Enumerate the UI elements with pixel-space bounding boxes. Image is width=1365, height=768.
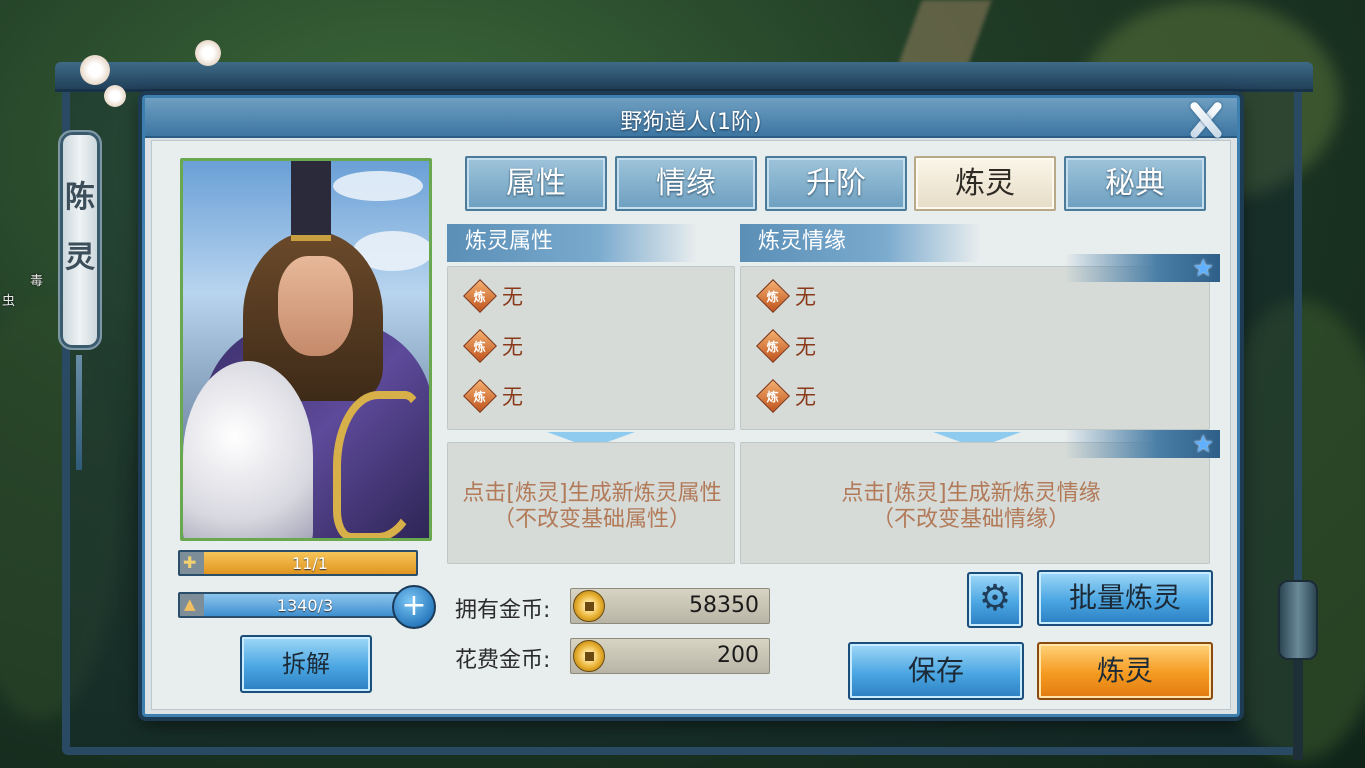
save-button[interactable]: 保存 xyxy=(848,642,1024,700)
fate-star-strip: ★ xyxy=(1065,254,1220,282)
puzzle-icon: ✚ xyxy=(180,552,204,574)
hero-title: 野狗道人(1阶) xyxy=(620,110,762,135)
rank-up-icon: ▲ xyxy=(180,594,204,616)
portrait-fur xyxy=(183,361,313,538)
star-icon: ★ xyxy=(1192,430,1214,458)
flower-ornament xyxy=(80,55,110,85)
side-status-text: 毒 xyxy=(30,274,44,289)
refine-attr-header: 炼灵属性 xyxy=(447,224,697,262)
hero-portrait xyxy=(180,158,432,541)
shard-progress-bar: ✚ 11/1 xyxy=(178,550,418,576)
flower-ornament xyxy=(195,40,221,66)
decompose-button[interactable]: 拆解 xyxy=(240,635,372,693)
tab-fate[interactable]: 情缘 xyxy=(615,156,757,211)
gear-icon: ⚙ xyxy=(978,578,1012,619)
gold-coin-icon xyxy=(573,640,605,672)
refine-fate-header: 炼灵情缘 xyxy=(740,224,980,262)
refine-fate-row: 炼 无 xyxy=(756,279,816,313)
exp-progress-bar: ▲ 1340/3 xyxy=(178,592,408,618)
flower-ornament xyxy=(104,85,126,107)
refine-fate-row: 炼 无 xyxy=(756,379,816,413)
refine-icon: 炼 xyxy=(463,379,497,413)
fate-star-strip: ★ xyxy=(1065,430,1220,458)
refine-attr-box: 炼 无 炼 无 炼 无 xyxy=(447,266,735,430)
refine-attr-value: 无 xyxy=(502,385,523,409)
side-scroll-tab[interactable]: 陈 灵 xyxy=(58,130,102,350)
lantern-ornament xyxy=(1278,580,1318,660)
hero-panel: 野狗道人(1阶) ✚ 11/1 ▲ 1340/3 + 拆解 属性 情缘 升阶 炼… xyxy=(142,95,1240,717)
refine-fate-value: 无 xyxy=(795,285,816,309)
refine-icon: 炼 xyxy=(756,279,790,313)
refine-icon: 炼 xyxy=(463,329,497,363)
side-scroll-char: 陈 xyxy=(65,180,95,215)
refine-attr-row: 炼 无 xyxy=(463,379,523,413)
owned-coins-box: 58350 xyxy=(570,588,770,624)
refine-attr-row: 炼 无 xyxy=(463,279,523,313)
exp-bar-text: 1340/3 xyxy=(276,596,334,615)
outer-frame-roof xyxy=(55,62,1313,92)
cost-coins-label: 花费金币: xyxy=(455,648,551,673)
cost-coins-value: 200 xyxy=(717,643,759,668)
tab-attributes[interactable]: 属性 xyxy=(465,156,607,211)
tab-rank-up[interactable]: 升阶 xyxy=(765,156,907,211)
cost-coins-box: 200 xyxy=(570,638,770,674)
refine-fate-value: 无 xyxy=(795,335,816,359)
refine-fate-box: 炼 无 炼 无 炼 无 xyxy=(740,266,1210,430)
refine-fate-hint: 点击[炼灵]生成新炼灵情缘 （不改变基础情缘） xyxy=(841,481,1101,532)
refine-fate-row: 炼 无 xyxy=(756,329,816,363)
portrait-hat xyxy=(291,161,331,241)
side-status-text: 虫 xyxy=(2,294,16,309)
gold-coin-icon xyxy=(573,590,605,622)
refine-attr-result-box: 点击[炼灵]生成新炼灵属性 （不改变基础属性） xyxy=(447,442,735,564)
side-scroll-char: 灵 xyxy=(65,240,95,275)
star-icon: ★ xyxy=(1192,254,1214,282)
portrait-gold-trim xyxy=(333,391,423,538)
refine-icon: 炼 xyxy=(756,329,790,363)
refine-icon: 炼 xyxy=(463,279,497,313)
portrait-face xyxy=(278,256,353,356)
lantern-post xyxy=(1293,660,1303,760)
owned-coins-label: 拥有金币: xyxy=(455,598,551,623)
refine-fate-result-box: 点击[炼灵]生成新炼灵情缘 （不改变基础情缘） xyxy=(740,442,1210,564)
owned-coins-value: 58350 xyxy=(689,593,759,618)
refine-attr-value: 无 xyxy=(502,285,523,309)
refine-icon: 炼 xyxy=(756,379,790,413)
shard-bar-text: 11/1 xyxy=(292,554,328,573)
tab-refine[interactable]: 炼灵 xyxy=(914,156,1056,211)
title-bar: 野狗道人(1阶) xyxy=(145,98,1237,138)
settings-button[interactable]: ⚙ xyxy=(967,572,1023,628)
refine-attr-row: 炼 无 xyxy=(463,329,523,363)
add-exp-button[interactable]: + xyxy=(392,585,436,629)
refine-attr-value: 无 xyxy=(502,335,523,359)
refine-button[interactable]: 炼灵 xyxy=(1037,642,1213,700)
close-icon[interactable] xyxy=(1180,96,1230,144)
batch-refine-button[interactable]: 批量炼灵 xyxy=(1037,570,1213,626)
refine-fate-value: 无 xyxy=(795,385,816,409)
tab-secret-book[interactable]: 秘典 xyxy=(1064,156,1206,211)
portrait-cloud xyxy=(333,171,423,201)
refine-attr-hint: 点击[炼灵]生成新炼灵属性 （不改变基础属性） xyxy=(462,481,722,532)
side-scroll-tassel xyxy=(76,355,82,470)
